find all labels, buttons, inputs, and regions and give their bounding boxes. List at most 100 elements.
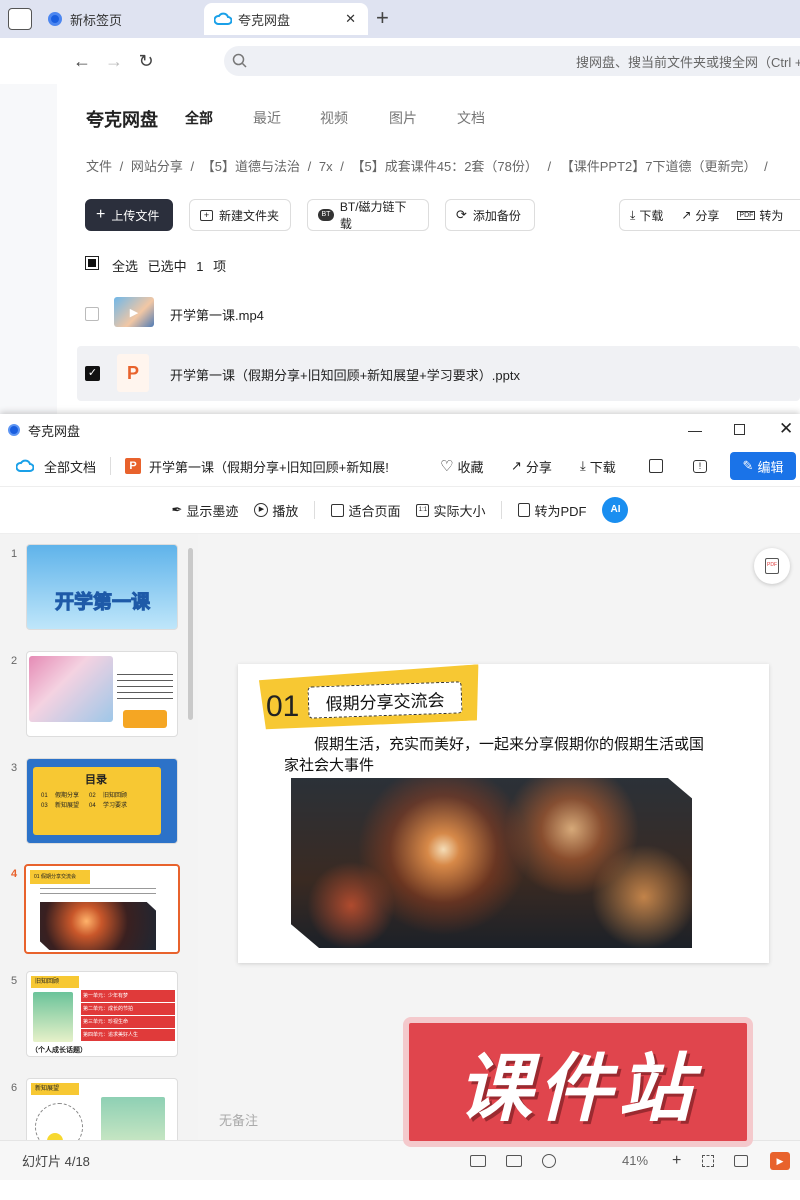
slideshow-play-icon[interactable]: ▶ [770,1151,790,1170]
slide-counter: 幻灯片 4/18 [22,1154,90,1169]
ai-icon[interactable]: AI [602,497,629,523]
zoom-in-icon[interactable]: + [672,1152,681,1170]
thumb3-title: 目录 [85,774,107,786]
pan-left-strip [0,84,57,414]
slide-sorter-icon[interactable] [506,1154,522,1167]
new-folder-button[interactable]: + 新建文件夹 [189,199,291,231]
tab-image[interactable]: 图片 [389,108,417,128]
slide-thumbnail-1[interactable]: 开学第一课 [26,544,178,630]
edit-button[interactable]: ✎ 编辑 [730,452,796,480]
close-tab-icon[interactable]: ✕ [345,11,356,27]
fullscreen-icon[interactable] [734,1154,748,1167]
slide-thumbnail-sidebar: 1 开学第一课 2 3 目录 01 假期分享 02 旧知回顾 03 新知展望 04 学习… [0,534,198,1140]
pdf-icon: PDF [765,558,779,574]
breadcrumb-item[interactable]: 7x [319,159,333,174]
export-icon[interactable] [649,459,663,473]
slide-thumbnail-3[interactable]: 目录 01 假期分享 02 旧知回顾 03 新知展望 04 学习要求 [26,758,178,844]
to-pdf-button[interactable]: 转为PDF [518,501,586,520]
zoom-level: 41% [622,1153,649,1168]
tab-all[interactable]: 全部 [185,108,213,128]
notes-placeholder[interactable]: 无备注 [219,1110,258,1129]
bt-download-button[interactable]: BT BT/磁力链下载 [307,199,429,231]
breadcrumb: 文件 / 网站分享 / 【5】道德与法治 / 7x / 【5】成套课件45：2套… [86,159,768,174]
download-button[interactable]: ⤓ 下载 [630,207,663,224]
back-arrow-icon[interactable]: ← [69,48,95,74]
browser-tab-bar: 新标签页 夸克网盘 ✕ + [0,0,800,38]
download-button[interactable]: ⤓ 下载 [580,457,616,476]
tab-search-icon[interactable] [8,8,32,30]
share-button[interactable]: ↗ 分享 [681,207,719,224]
fit-window-icon[interactable] [702,1154,714,1167]
fit-icon [331,503,345,517]
tab-new-tab[interactable]: 新标签页 [40,3,202,35]
comment-icon[interactable]: ! [693,459,707,473]
thumb-number: 6 [11,1082,18,1094]
selection-status: 全选 已选中 1 项 [112,259,227,274]
breadcrumb-item[interactable]: 【5】成套课件45：2套（78份） [352,159,538,174]
ppt-icon: P [125,458,142,474]
reading-view-icon[interactable] [542,1153,556,1168]
view-tools-bar: ✒ 显示墨迹 ▶ 播放 适合页面 1:1 实际大小 转为PDF AI [0,486,800,534]
breadcrumb-item[interactable]: 文件 [86,159,112,174]
app-logo-icon [8,424,20,436]
breadcrumb-item[interactable]: 【5】道德与法治 [202,159,300,174]
new-tab-button[interactable]: + [376,5,389,31]
slide-thumbnail-6[interactable]: 新知展望 [26,1078,178,1140]
address-bar[interactable]: 搜网盘、搜当前文件夹或搜全网（Ctrl + F [224,46,800,76]
tab-recent[interactable]: 最近 [253,108,281,128]
file-row-selected[interactable]: ✓ P 开学第一课（假期分享+旧知回顾+新知展望+学习要求）.pptx [77,346,800,401]
play-button[interactable]: ▶ 播放 [254,501,298,520]
doc-title: 开学第一课（假期分享+旧知回顾+新知展! [149,459,389,475]
reload-icon[interactable]: ↻ [133,48,159,74]
tab-quark-pan[interactable]: 夸克网盘 ✕ [204,3,368,35]
tab-video[interactable]: 视频 [320,108,348,128]
actual-size-button[interactable]: 1:1 实际大小 [416,501,485,520]
slide-body-text: 假期生活，充实而美好，一起来分享假期你的假期生活或国家社会大事件 [284,735,705,774]
minimize-icon[interactable]: — [688,422,702,438]
file-row[interactable]: ▶ 开学第一课.mp4 [77,288,800,338]
play-circle-icon: ▶ [254,503,269,517]
file-name[interactable]: 开学第一课.mp4 [170,305,264,324]
breadcrumb-item[interactable]: 网站分享 [131,159,183,174]
thumb3-panel: 目录 01 假期分享 02 旧知回顾 03 新知展望 04 学习要求 [33,767,161,835]
all-docs-link[interactable]: 全部文档 [44,457,96,476]
forward-arrow-icon[interactable]: → [101,48,127,74]
maximize-icon[interactable] [734,424,745,435]
divider [501,501,503,519]
thumb2-badge [123,710,167,728]
tab-doc[interactable]: 文档 [457,108,485,128]
quark-cloud-icon [214,12,232,25]
file-name[interactable]: 开学第一课（假期分享+旧知回顾+新知展望+学习要求）.pptx [170,365,520,384]
collect-button[interactable]: ♡ 收藏 [440,457,483,476]
file-actions-group: ⤓ 下载 ↗ 分享 PDF 转为 [619,199,800,231]
add-backup-button[interactable]: ⟳ 添加备份 [445,199,535,231]
slide-thumbnail-5[interactable]: 旧知回顾 第一单元：少年有梦 第二单元：成长的节拍 第三单元：珍视生命 第四单元… [26,971,178,1057]
slide-thumbnail-2[interactable] [26,651,178,737]
heart-icon: ♡ [440,458,454,475]
normal-view-icon[interactable] [470,1154,486,1167]
browser-logo-icon [48,12,62,26]
file-checkbox-checked[interactable]: ✓ [85,366,100,381]
current-slide: 01 假期分享交流会 假期生活，充实而美好，一起来分享假期你的假期生活或国家社会… [238,664,769,963]
share-button[interactable]: ↗ 分享 [511,457,552,476]
thumb-number-current: 4 [11,868,18,880]
convert-button[interactable]: PDF 转为 [737,207,783,224]
thumb4-fireworks [40,902,156,950]
fit-page-button[interactable]: 适合页面 [331,501,400,520]
plus-icon: + [96,206,106,223]
slide-thumbnail-4-selected[interactable]: 01 假期分享交流会 [24,864,180,954]
upload-button[interactable]: + 上传文件 [85,199,173,231]
download-icon: ⤓ [630,207,636,222]
show-ink-button[interactable]: ✒ 显示墨迹 [172,501,239,520]
address-placeholder: 搜网盘、搜当前文件夹或搜全网（Ctrl + F [576,54,800,70]
breadcrumb-item[interactable]: 【课件PPT2】7下道德（更新完） [561,159,757,174]
file-checkbox[interactable] [85,307,99,321]
divider [314,501,316,519]
brand-title: 夸克网盘 [86,110,158,130]
actual-size-icon: 1:1 [416,503,430,517]
sidebar-scrollbar[interactable] [188,548,193,720]
close-window-icon[interactable]: ✕ [779,419,793,439]
pdf-float-button[interactable]: PDF [754,548,790,584]
select-all-checkbox[interactable] [85,256,99,270]
share-icon: ↗ [681,208,692,222]
